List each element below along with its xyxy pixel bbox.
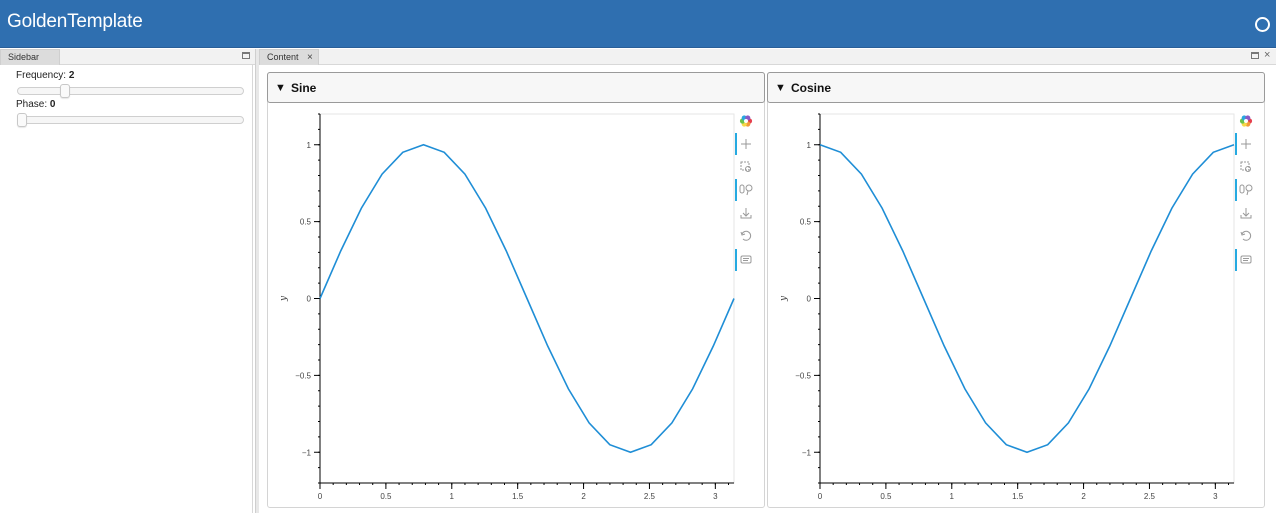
- wheel-zoom-icon: [1239, 184, 1253, 196]
- y-tick-label: 1: [807, 141, 812, 150]
- x-tick-label: 2: [581, 492, 586, 501]
- plot-frame: [819, 113, 1235, 484]
- frequency-label-text: Frequency:: [16, 70, 69, 81]
- card-header[interactable]: ▼ Cosine: [767, 72, 1265, 103]
- plot-toolbar: [1235, 115, 1253, 271]
- save-icon: [1240, 208, 1252, 219]
- tab-close-icon[interactable]: ×: [307, 52, 313, 63]
- app-title: GoldenTemplate: [7, 11, 143, 32]
- phase-label-text: Phase:: [16, 99, 50, 110]
- x-tick-label: 1: [450, 492, 455, 501]
- sine-plot[interactable]: −1 −0.5 0 0.5 1 0 0.5 1 1.5 2 2.5 3 y: [268, 106, 764, 508]
- x-tick-label: 1.5: [512, 492, 524, 501]
- x-tick-label: 1: [950, 492, 955, 501]
- pan-icon: [741, 139, 751, 149]
- frequency-slider[interactable]: [17, 84, 244, 98]
- y-tick-label: 0: [307, 295, 312, 304]
- y-tick-label: 0.5: [800, 218, 812, 227]
- x-tick-label: 0: [818, 492, 823, 501]
- x-tick-label: 2: [1081, 492, 1086, 501]
- x-tick-label: 1.5: [1012, 492, 1024, 501]
- bokeh-logo-icon: [744, 119, 748, 123]
- card-header[interactable]: ▼ Sine: [267, 72, 765, 103]
- x-tick-label: 0: [318, 492, 323, 501]
- frequency-label: Frequency: 2: [16, 70, 74, 81]
- maximize-icon[interactable]: [1251, 52, 1259, 59]
- y-tick-label: 1: [307, 141, 312, 150]
- frequency-slider-handle[interactable]: [60, 84, 70, 98]
- cosine-card: ▼ Cosine −1 −0.5 0 0.5 1 0 0.5 1 1.5 2 2.5 3 y: [767, 72, 1265, 508]
- x-tick-label: 2.5: [644, 492, 656, 501]
- reset-icon: [1240, 230, 1252, 241]
- plot-toolbar: [735, 115, 753, 271]
- x-tick-label: 3: [713, 492, 718, 501]
- x-tick-label: 3: [1213, 492, 1218, 501]
- y-tick-label: 0: [807, 295, 812, 304]
- tab-sidebar[interactable]: Sidebar: [0, 49, 60, 65]
- card-title: Sine: [291, 81, 317, 95]
- hover-icon: [1240, 255, 1252, 264]
- box-zoom-icon: [1240, 161, 1251, 172]
- bokeh-logo-icon: [1244, 119, 1248, 123]
- hover-icon: [740, 255, 752, 264]
- collapse-toggle-icon[interactable]: ▼: [775, 82, 786, 94]
- y-tick-label: −0.5: [295, 371, 311, 380]
- y-tick-label: 0.5: [300, 218, 312, 227]
- app-header: GoldenTemplate: [0, 0, 1276, 48]
- reset-icon: [740, 230, 752, 241]
- y-tick-label: −1: [802, 448, 812, 457]
- phase-label: Phase: 0: [16, 99, 55, 110]
- phase-value: 0: [49, 99, 56, 110]
- tab-content[interactable]: Content ×: [259, 49, 319, 65]
- y-tick-label: −0.5: [795, 371, 811, 380]
- active-tool-indicator: [1235, 249, 1237, 271]
- maximize-icon[interactable]: [242, 52, 250, 59]
- wheel-zoom-icon: [739, 184, 753, 196]
- busy-indicator-icon: [1255, 17, 1270, 32]
- x-tick-label: 0.5: [380, 492, 392, 501]
- close-panel-icon[interactable]: ×: [1264, 49, 1270, 61]
- y-tick-label: −1: [302, 448, 312, 457]
- y-axis-label: y: [779, 295, 789, 302]
- sidebar-panel: Sidebar Frequency: 2 Phase: 0: [0, 49, 256, 513]
- active-tool-indicator: [1235, 179, 1237, 201]
- box-zoom-icon: [740, 161, 751, 172]
- tab-sidebar-label: Sidebar: [8, 52, 40, 62]
- phase-slider-handle[interactable]: [17, 113, 27, 127]
- x-tick-label: 2.5: [1144, 492, 1156, 501]
- save-icon: [740, 208, 752, 219]
- sidebar-tabbar: Sidebar: [0, 49, 255, 65]
- active-tool-indicator: [735, 249, 737, 271]
- collapse-toggle-icon[interactable]: ▼: [275, 82, 286, 94]
- pan-icon: [1241, 139, 1251, 149]
- sine-card: ▼ Sine −1 −0.5 0 0.5 1 0 0.5 1 1.5 2 2.5 3 y: [267, 72, 765, 508]
- content-body: ▼ Sine −1 −0.5 0 0.5 1 0 0.5 1 1.5 2 2.5 3 y ▼ Cosin…: [260, 65, 1274, 513]
- cosine-chart-svg[interactable]: −1 −0.5 0 0.5 1 0 0.5 1 1.5 2 2.5 3 y: [768, 106, 1264, 508]
- card-title: Cosine: [791, 81, 832, 95]
- sine-chart-svg[interactable]: −1 −0.5 0 0.5 1 0 0.5 1 1.5 2 2.5 3 y: [268, 106, 764, 508]
- phase-slider[interactable]: [17, 113, 244, 127]
- active-tool-indicator: [1235, 133, 1237, 155]
- tab-content-label: Content: [267, 52, 299, 62]
- cosine-plot[interactable]: −1 −0.5 0 0.5 1 0 0.5 1 1.5 2 2.5 3 y: [768, 106, 1264, 508]
- content-panel: Content × × ▼ Sine −1 −0.5 0 0.5 1 0 0.5 1 1.5 2 2…: [259, 49, 1276, 513]
- frequency-value: 2: [68, 70, 75, 81]
- sidebar-body: Frequency: 2 Phase: 0: [1, 65, 253, 513]
- y-axis-label: y: [279, 295, 289, 302]
- active-tool-indicator: [735, 179, 737, 201]
- content-tabbar: Content × ×: [259, 49, 1276, 65]
- active-tool-indicator: [735, 133, 737, 155]
- x-tick-label: 0.5: [880, 492, 892, 501]
- layout-area: Sidebar Frequency: 2 Phase: 0 Content ×: [0, 49, 1276, 513]
